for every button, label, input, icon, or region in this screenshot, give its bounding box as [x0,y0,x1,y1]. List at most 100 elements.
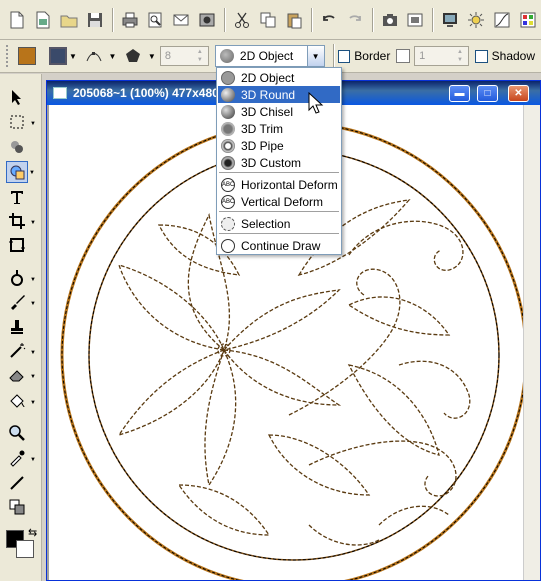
flyout-arrow-icon: ▼ [30,301,36,307]
color-palette-icon[interactable] [517,9,539,31]
swap-colors-icon[interactable]: ⇆ [28,526,37,539]
cut-icon[interactable] [231,9,253,31]
flyout-arrow-icon: ▼ [30,374,36,380]
outline-width-stepper[interactable]: 8 ▲ ▼ [159,46,209,66]
3d-pipe-icon [221,138,235,153]
open-file-icon[interactable] [32,9,54,31]
pointer-tool-icon[interactable] [6,86,28,108]
shadow-checkbox[interactable] [474,49,488,63]
maximize-button[interactable]: □ [477,85,498,102]
menu-item-3d-trim[interactable]: 3D Trim [218,120,340,137]
menu-item-3d-pipe[interactable]: 3D Pipe [218,137,340,154]
toolbar-grip[interactable] [6,45,10,67]
chevron-down-icon[interactable]: ▼ [69,52,77,61]
2d-object-icon [219,49,234,63]
menu-item-continue-draw[interactable]: Continue Draw [218,237,340,254]
copy-icon[interactable] [257,9,279,31]
3d-trim-icon [221,121,235,136]
menu-item-3d-custom[interactable]: 3D Custom [218,154,340,171]
menu-separator [219,211,339,212]
flyout-arrow-icon: ▼ [30,220,36,226]
line-tool-icon[interactable] [6,472,28,494]
menu-item-label: 3D Round [241,87,296,102]
object-type-select[interactable]: 2D Object ▼ [214,45,325,67]
text-tool-icon[interactable] [6,186,28,208]
document-icon [53,87,67,99]
minimize-button[interactable]: ▬ [449,85,470,102]
menu-item-label: 3D Pipe [241,138,284,153]
menu-item-horizontal-deform[interactable]: ABC Horizontal Deform [218,176,340,193]
paste-icon[interactable] [283,9,305,31]
toolbar-separator [111,7,113,32]
wand-tool-icon[interactable]: ▼ [6,340,36,362]
border-checkbox[interactable] [337,49,351,63]
menu-item-2d-object[interactable]: 2D Object [218,69,340,86]
toolbar-separator [332,44,334,68]
stamp-tool-icon[interactable] [6,316,28,338]
border-width-stepper[interactable]: 1 ▲ ▼ [414,46,469,66]
border-width-value: 1 [419,50,426,62]
print-icon[interactable] [119,9,141,31]
chevron-down-icon[interactable]: ▼ [148,52,156,61]
scan-icon[interactable] [404,9,426,31]
menu-item-label: 2D Object [241,70,295,85]
menu-item-label: Horizontal Deform [241,177,338,192]
border-color-swatch[interactable] [396,49,411,63]
clone-tool-icon[interactable] [6,496,28,518]
menu-item-label: Continue Draw [241,238,321,253]
flyout-arrow-icon: ▼ [29,170,35,176]
outline-style-swatch[interactable] [49,47,68,65]
menu-item-label: 3D Trim [241,121,283,136]
menu-item-selection[interactable]: Selection [218,215,340,232]
bezier-node-icon[interactable] [83,45,105,67]
monitor-icon[interactable] [439,9,461,31]
paint-tool-icon[interactable] [6,136,28,158]
menu-separator [219,233,339,234]
2d-object-icon [221,70,235,85]
continue-draw-icon [221,238,235,253]
zoom-tool-icon[interactable] [6,422,28,444]
eraser-tool-icon[interactable]: ▼ [6,364,36,386]
outline-width-value: 8 [164,50,171,62]
fill-tool-icon[interactable]: ▼ [6,390,36,412]
shape-tool-icon[interactable]: ▼ [6,161,35,183]
crop-tool-icon[interactable]: ▼ [6,210,36,232]
redo-icon[interactable] [344,9,366,31]
chevron-down-icon[interactable]: ▼ [306,46,324,66]
brightness-icon[interactable] [465,9,487,31]
camera-icon[interactable] [196,9,218,31]
pentagon-shape-icon[interactable] [122,45,144,67]
print-preview-icon[interactable] [144,9,166,31]
stepper-down-icon[interactable]: ▼ [194,56,206,64]
open-folder-icon[interactable] [58,9,80,31]
chevron-down-icon[interactable]: ▼ [108,52,116,61]
stepper-up-icon[interactable]: ▲ [194,48,206,56]
stepper-down-icon[interactable]: ▼ [454,56,466,64]
vertical-scrollbar[interactable] [523,105,540,580]
brush-tool-icon[interactable]: ▼ [6,291,36,313]
fill-color-swatch[interactable] [17,47,36,65]
lasso-tool-icon[interactable]: ▼ [6,111,36,133]
dodge-tool-icon[interactable]: ▼ [6,267,36,289]
background-color-swatch[interactable] [16,540,34,558]
menu-item-label: 3D Custom [241,155,302,170]
eyedropper-tool-icon[interactable]: ▼ [6,447,36,469]
menu-item-label: 3D Chisel [241,104,294,119]
new-file-icon[interactable] [6,9,28,31]
toolbar-separator [371,7,373,32]
flyout-arrow-icon: ▼ [30,121,36,127]
undo-icon[interactable] [318,9,340,31]
email-icon[interactable] [170,9,192,31]
close-button[interactable]: ✕ [508,85,529,102]
flyout-arrow-icon: ▼ [30,400,36,406]
transform-tool-icon[interactable] [6,234,28,256]
menu-item-vertical-deform[interactable]: ABC Vertical Deform [218,193,340,210]
curve-icon[interactable] [491,9,513,31]
stepper-up-icon[interactable]: ▲ [454,48,466,56]
3d-round-icon [221,87,235,102]
toolbar-separator [310,7,312,32]
capture-icon[interactable] [379,9,401,31]
flyout-arrow-icon: ▼ [30,457,36,463]
save-icon[interactable] [84,9,106,31]
main-toolbar [0,0,541,40]
